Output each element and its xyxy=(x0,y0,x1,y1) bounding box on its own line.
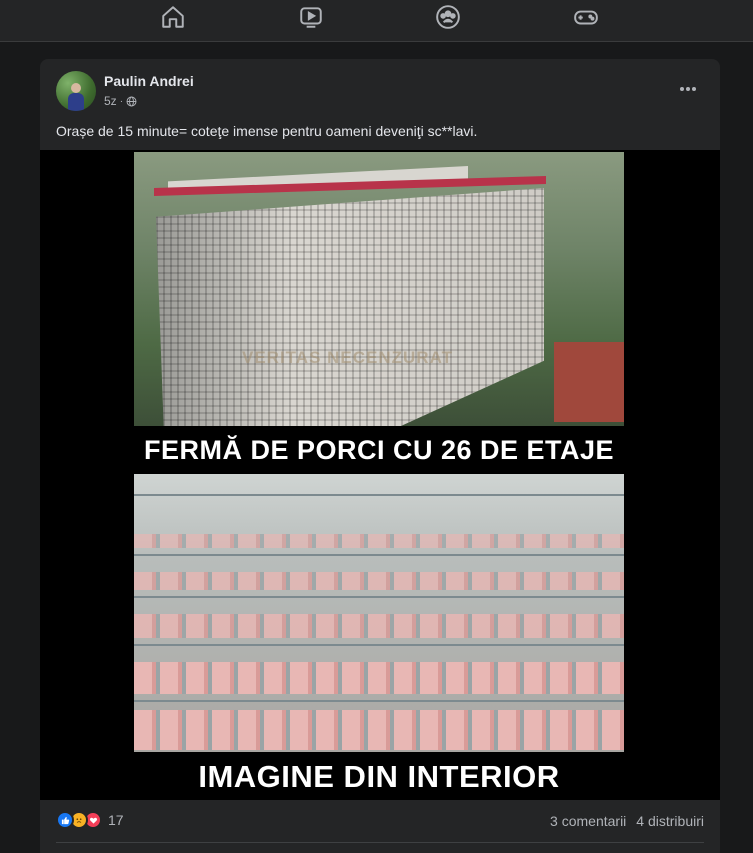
post-time[interactable]: 5z xyxy=(104,94,117,108)
post-stats: 3 comentarii 4 distribuiri xyxy=(550,813,704,829)
post-card: Paulin Andrei 5z · Orașe de 15 minute= c… xyxy=(40,59,720,853)
video-icon[interactable] xyxy=(296,2,326,32)
reactions-summary[interactable]: 17 xyxy=(56,811,124,829)
avatar[interactable] xyxy=(56,71,96,111)
groups-icon[interactable] xyxy=(433,2,463,32)
more-options-button[interactable] xyxy=(676,77,700,101)
comments-count-link[interactable]: 3 comentarii xyxy=(550,813,626,829)
top-navigation xyxy=(0,0,753,42)
image-label-bottom: IMAGINE DIN INTERIOR xyxy=(198,759,560,794)
post-meta: 5z · xyxy=(104,94,137,108)
globe-icon xyxy=(126,96,137,106)
post-image[interactable]: VERITAS NECENZURAT FERMĂ DE PORCI CU 26 … xyxy=(40,150,720,800)
shares-count-link[interactable]: 4 distribuiri xyxy=(636,813,704,829)
post-caption: Orașe de 15 minute= coteţe imense pentru… xyxy=(56,123,478,139)
interior-photo xyxy=(134,474,624,752)
image-label-top: FERMĂ DE PORCI CU 26 DE ETAJE xyxy=(143,434,615,465)
gaming-icon[interactable] xyxy=(571,2,601,32)
reaction-count: 17 xyxy=(108,812,124,828)
more-icon xyxy=(680,87,696,91)
like-reaction-icon xyxy=(56,811,74,829)
divider xyxy=(56,842,704,843)
image-watermark: VERITAS NECENZURAT xyxy=(242,348,453,367)
post-author[interactable]: Paulin Andrei xyxy=(104,73,194,89)
home-icon[interactable] xyxy=(158,2,188,32)
building-photo: VERITAS NECENZURAT xyxy=(134,152,624,426)
separator-dot: · xyxy=(119,95,124,107)
